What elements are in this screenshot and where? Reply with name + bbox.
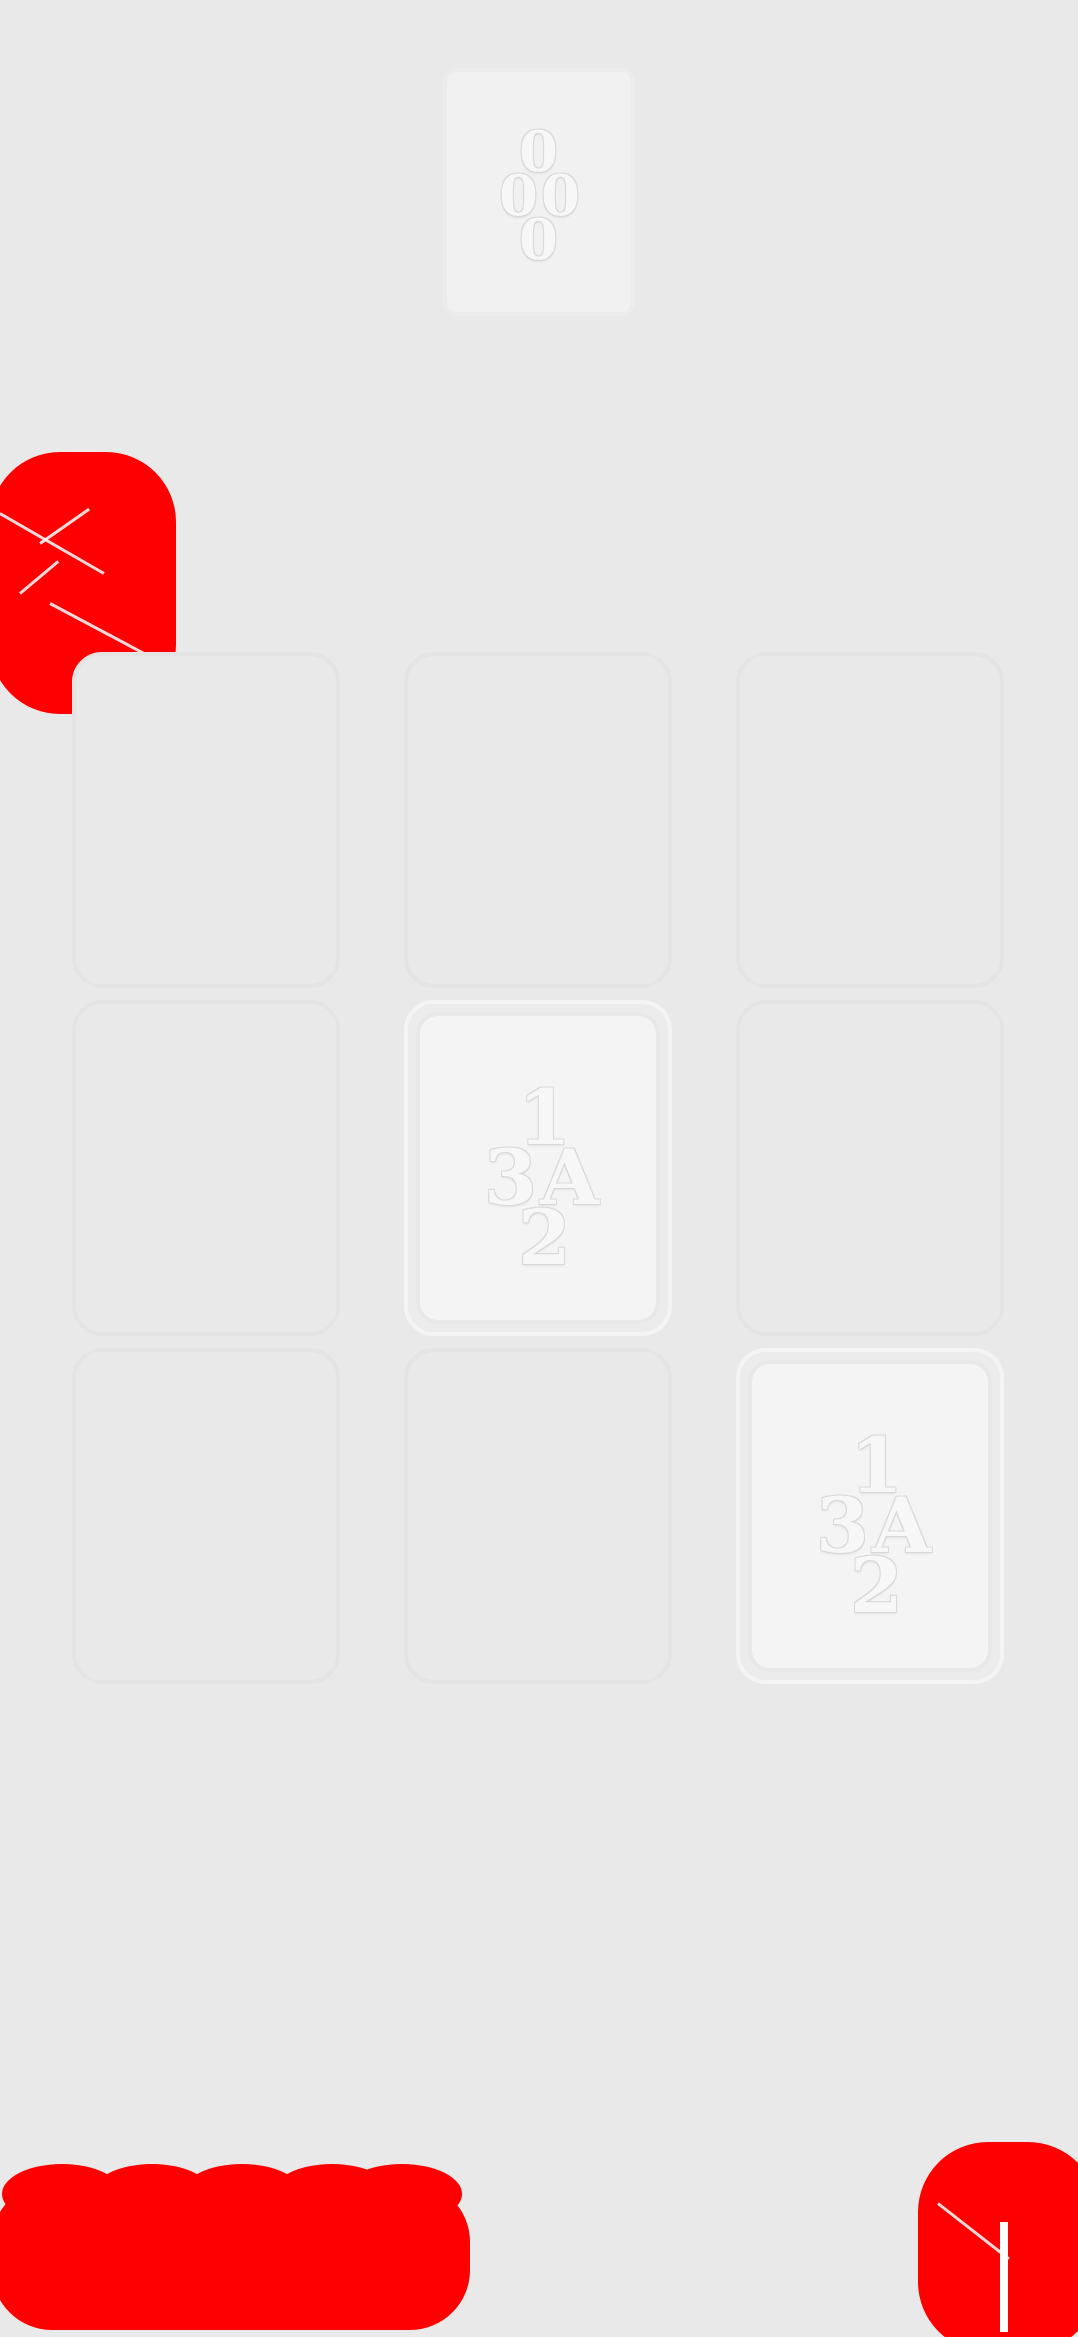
- next-tile-bottom-value: 0: [519, 207, 558, 273]
- game-screen: 0 0 0 0 1 3 A 2 1 3 A 2: [0, 0, 1078, 2337]
- board-cell-r1-c2[interactable]: [736, 1000, 1004, 1336]
- game-board: 1 3 A 2 1 3 A 2: [72, 652, 1006, 1686]
- tile-bottom-value: 2: [518, 1193, 571, 1282]
- corner-action-button[interactable]: [918, 2142, 1078, 2337]
- next-tile-preview: 0 0 0 0: [443, 68, 635, 316]
- board-cell-r2-c2[interactable]: 1 3 A 2: [736, 1348, 1004, 1684]
- board-cell-r2-c1[interactable]: [404, 1348, 672, 1684]
- board-cell-r0-c2[interactable]: [736, 652, 1004, 988]
- board-cell-r0-c0[interactable]: [72, 652, 340, 988]
- score-bar: [0, 2164, 470, 2330]
- board-cell-r0-c1[interactable]: [404, 652, 672, 988]
- tile-bottom-value: 2: [850, 1541, 903, 1630]
- board-cell-r1-c0[interactable]: [72, 1000, 340, 1336]
- board-cell-r2-c0[interactable]: [72, 1348, 340, 1684]
- board-cell-r1-c1[interactable]: 1 3 A 2: [404, 1000, 672, 1336]
